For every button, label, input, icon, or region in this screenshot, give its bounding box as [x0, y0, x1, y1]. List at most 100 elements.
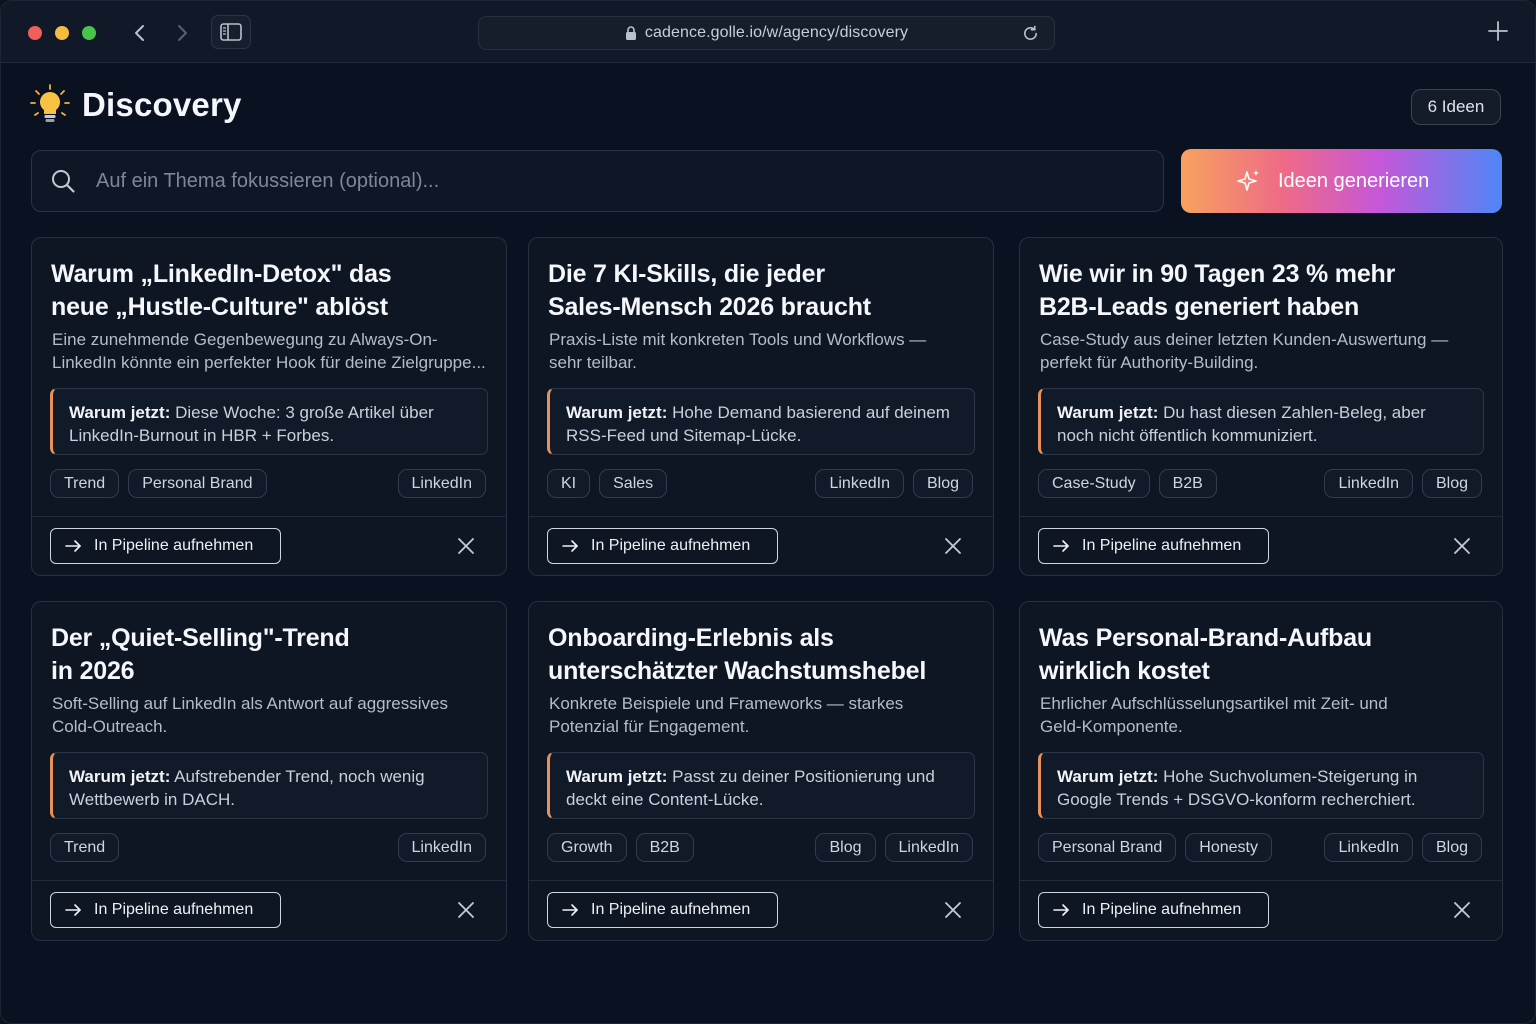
idea-card: Was Personal-Brand-Aufbau wirklich kostet…: [1019, 601, 1503, 941]
topic-tag[interactable]: Growth: [547, 833, 627, 862]
topic-tag[interactable]: Sales: [599, 469, 668, 498]
back-button[interactable]: [126, 19, 154, 47]
address-bar[interactable]: cadence.golle.io/w/agency/discovery: [478, 16, 1055, 50]
forward-button[interactable]: [168, 19, 196, 47]
topic-tag[interactable]: Trend: [50, 833, 120, 862]
channel-tags: LinkedIn: [397, 469, 486, 498]
maximize-window-button[interactable]: [82, 26, 96, 40]
channel-tag[interactable]: LinkedIn: [1324, 469, 1413, 498]
why-now-line: deckt eine Content-Lücke.: [566, 790, 764, 809]
idea-card: Die 7 KI-Skills, die jeder Sales-Mensch 2…: [528, 237, 994, 576]
add-to-pipeline-button[interactable]: In Pipeline aufnehmen: [1038, 528, 1270, 564]
why-now-line: Wettbewerb in DACH.: [69, 790, 235, 809]
why-now-line: Google Trends + DSGVO-konform recherchie…: [1057, 790, 1416, 809]
close-icon[interactable]: [943, 900, 963, 920]
channel-tag[interactable]: LinkedIn: [884, 833, 973, 862]
idea-description-line: Case-Study aus deiner letzten Kunden-Aus…: [1040, 330, 1449, 349]
topic-search-field[interactable]: [31, 150, 1164, 212]
topic-tag[interactable]: Trend: [50, 469, 120, 498]
idea-title-line: Onboarding-Erlebnis als: [548, 624, 834, 652]
channel-tag[interactable]: Blog: [815, 833, 876, 862]
topic-tag[interactable]: KI: [547, 469, 591, 498]
idea-description: Case-Study aus deiner letzten Kunden-Aus…: [1040, 328, 1448, 374]
close-icon[interactable]: [943, 536, 963, 556]
idea-title: Die 7 KI-Skills, die jeder Sales-Mensch 2…: [548, 258, 871, 324]
topic-tag[interactable]: Honesty: [1185, 833, 1272, 862]
card-divider: [32, 516, 506, 517]
idea-card: Onboarding-Erlebnis als unterschätzter Wa…: [528, 601, 994, 941]
why-now-line: Warum jetzt: Du hast diesen Zahlen-Beleg…: [1057, 401, 1469, 424]
topic-tags: Trend: [50, 833, 120, 862]
close-icon[interactable]: [456, 900, 476, 920]
idea-title-line: Der „Quiet-Selling"-Trend: [51, 624, 350, 652]
close-icon[interactable]: [456, 536, 476, 556]
add-to-pipeline-button[interactable]: In Pipeline aufnehmen: [50, 892, 282, 928]
topic-tags: Case-Study B2B: [1038, 469, 1217, 498]
add-to-pipeline-label: In Pipeline aufnehmen: [1082, 537, 1242, 554]
channel-tag[interactable]: LinkedIn: [397, 469, 486, 498]
channel-tag[interactable]: LinkedIn: [397, 833, 486, 862]
add-to-pipeline-button[interactable]: In Pipeline aufnehmen: [1038, 892, 1270, 928]
idea-description-line: Eine zunehmende Gegenbewegung zu Always-…: [52, 330, 438, 349]
why-now-text: Hohe Suchvolumen-Steigerung in: [1163, 767, 1418, 786]
reload-icon[interactable]: [1021, 24, 1040, 43]
why-now-line: noch nicht öffentlich kommuniziert.: [1057, 426, 1318, 445]
sidebar-toggle-button[interactable]: [211, 15, 251, 49]
channel-tag[interactable]: Blog: [912, 469, 973, 498]
why-now-box: Warum jetzt: Aufstrebender Trend, noch w…: [50, 752, 488, 819]
channel-tag[interactable]: LinkedIn: [1324, 833, 1413, 862]
add-to-pipeline-label: In Pipeline aufnehmen: [94, 901, 254, 918]
idea-description: Konkrete Beispiele und Frameworks — star…: [549, 692, 903, 738]
channel-tags: Blog LinkedIn: [815, 833, 973, 862]
why-now-label: Warum jetzt:: [69, 403, 171, 422]
lightbulb-icon: [30, 84, 70, 122]
channel-tags: LinkedIn: [397, 833, 486, 862]
why-now-text: Diese Woche: 3 große Artikel über: [175, 403, 434, 422]
why-now-box: Warum jetzt: Diese Woche: 3 große Artike…: [50, 388, 488, 455]
close-window-button[interactable]: [28, 26, 42, 40]
channel-tag[interactable]: Blog: [1421, 469, 1482, 498]
idea-title: Wie wir in 90 Tagen 23 % mehr B2B-Leads g…: [1039, 258, 1395, 324]
idea-title-line: in 2026: [51, 657, 135, 685]
why-now-box: Warum jetzt: Du hast diesen Zahlen-Beleg…: [1038, 388, 1484, 455]
channel-tag[interactable]: Blog: [1421, 833, 1482, 862]
why-now-line: Warum jetzt: Hohe Suchvolumen-Steigerung…: [1057, 765, 1469, 788]
topic-tag[interactable]: Personal Brand: [128, 469, 267, 498]
add-to-pipeline-button[interactable]: In Pipeline aufnehmen: [547, 892, 779, 928]
card-divider: [529, 516, 993, 517]
idea-card: Wie wir in 90 Tagen 23 % mehr B2B-Leads g…: [1019, 237, 1503, 576]
why-now-box: Warum jetzt: Passt zu deiner Positionier…: [547, 752, 975, 819]
idea-title-line: Die 7 KI-Skills, die jeder: [548, 260, 825, 288]
why-now-text: Passt zu deiner Positionierung und: [672, 767, 935, 786]
card-divider: [529, 880, 993, 881]
topic-tag[interactable]: Case-Study: [1038, 469, 1150, 498]
add-to-pipeline-button[interactable]: In Pipeline aufnehmen: [547, 528, 779, 564]
add-to-pipeline-button[interactable]: In Pipeline aufnehmen: [50, 528, 282, 564]
new-tab-icon[interactable]: [1487, 20, 1509, 42]
topic-tags: Growth B2B: [547, 833, 694, 862]
why-now-box: Warum jetzt: Hohe Demand basierend auf d…: [547, 388, 975, 455]
idea-description-line: Soft-Selling auf LinkedIn als Antwort au…: [52, 694, 448, 713]
close-icon[interactable]: [1452, 900, 1472, 920]
idea-title-line: B2B-Leads generiert haben: [1039, 293, 1360, 321]
url-text: cadence.golle.io/w/agency/discovery: [644, 24, 909, 41]
idea-card: Warum „LinkedIn-Detox" das neue „Hustle-C…: [31, 237, 507, 576]
card-divider: [32, 880, 506, 881]
topic-tag[interactable]: B2B: [635, 833, 694, 862]
idea-title: Onboarding-Erlebnis als unterschätzter Wa…: [548, 622, 926, 688]
search-input[interactable]: [96, 161, 1163, 201]
minimize-window-button[interactable]: [55, 26, 69, 40]
idea-description-line: sehr teilbar.: [549, 353, 637, 372]
add-to-pipeline-label: In Pipeline aufnehmen: [94, 537, 254, 554]
ideas-count-badge: 6 Ideen: [1411, 89, 1501, 125]
channel-tag[interactable]: LinkedIn: [815, 469, 904, 498]
search-icon: [52, 170, 75, 193]
add-to-pipeline-label: In Pipeline aufnehmen: [591, 537, 751, 554]
why-now-label: Warum jetzt:: [566, 767, 668, 786]
arrow-right-icon: [65, 904, 81, 916]
idea-description: Praxis-Liste mit konkreten Tools und Wor…: [549, 328, 926, 374]
close-icon[interactable]: [1452, 536, 1472, 556]
topic-tag[interactable]: B2B: [1158, 469, 1217, 498]
topic-tag[interactable]: Personal Brand: [1038, 833, 1177, 862]
generate-ideas-button[interactable]: Ideen generieren: [1181, 149, 1502, 213]
